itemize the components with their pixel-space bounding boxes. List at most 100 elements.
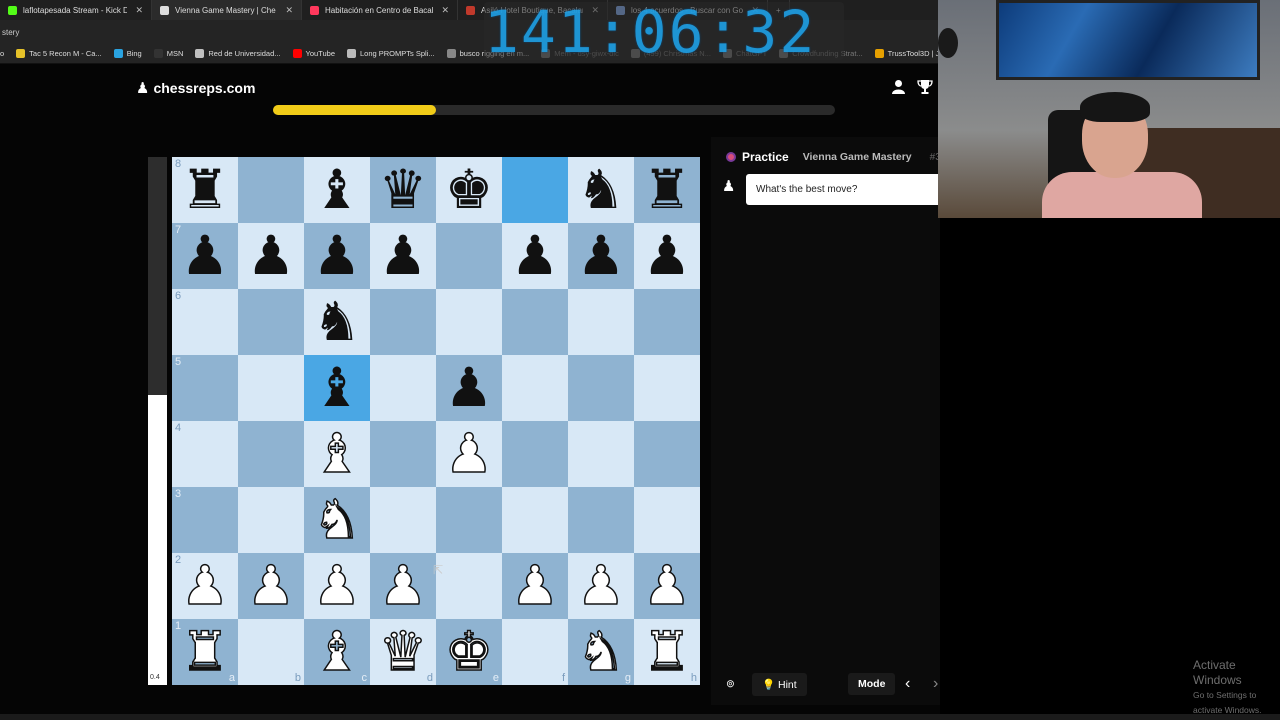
trophy-icon[interactable] [917, 79, 933, 99]
board-square-b7[interactable]: ♟ [238, 223, 304, 289]
board-square-f4[interactable] [502, 421, 568, 487]
board-square-c6[interactable]: ♞ [304, 289, 370, 355]
board-square-e6[interactable] [436, 289, 502, 355]
board-square-b2[interactable]: ♟ [238, 553, 304, 619]
board-square-c8[interactable]: ♝ [304, 157, 370, 223]
black-pawn-icon[interactable]: ♟ [643, 229, 691, 283]
white-bishop-icon[interactable]: ♝ [312, 624, 362, 680]
browser-tab[interactable]: laflotapesada Stream - Kick Dash ✕ [0, 0, 152, 20]
browser-tab[interactable]: Habitación en Centro de Bacalar ✕ [302, 0, 458, 20]
black-knight-icon[interactable]: ♞ [313, 295, 361, 349]
white-pawn-icon[interactable]: ♟ [576, 558, 626, 614]
hint-button[interactable]: 💡 Hint [752, 672, 807, 696]
board-square-d8[interactable]: ♛ [370, 157, 436, 223]
board-square-a7[interactable]: 7 ♟ [172, 223, 238, 289]
white-pawn-icon[interactable]: ♟ [312, 558, 362, 614]
black-rook-icon[interactable]: ♜ [643, 163, 691, 217]
black-king-icon[interactable]: ♚ [445, 163, 493, 217]
board-square-g6[interactable] [568, 289, 634, 355]
black-knight-icon[interactable]: ♞ [577, 163, 625, 217]
black-pawn-icon[interactable]: ♟ [379, 229, 427, 283]
board-square-g2[interactable]: ♟ [568, 553, 634, 619]
board-square-a6[interactable]: 6 [172, 289, 238, 355]
white-rook-icon[interactable]: ♜ [180, 624, 230, 680]
board-square-g1[interactable]: g ♞ [568, 619, 634, 685]
chess-board[interactable]: 8 ♜ ♝ ♛ ♚ ♞ ♜ 7 ♟ ♟ ♟ ♟ ♟ ♟ ♟ 6 ♞ 5 ♝ ♟ 4 ♝ ♟ 3 ♞ 2 ♟ ♟ ♟ ♟ ♟ ♟ ♟ 1 a ♜ b c ♝ d… [172, 157, 700, 685]
board-square-d7[interactable]: ♟ [370, 223, 436, 289]
settings-icon[interactable]: ⊚ [726, 672, 735, 696]
board-square-b5[interactable] [238, 355, 304, 421]
board-square-c5[interactable]: ♝ [304, 355, 370, 421]
white-pawn-icon[interactable]: ♟ [510, 558, 560, 614]
board-square-b1[interactable]: b [238, 619, 304, 685]
board-square-a3[interactable]: 3 [172, 487, 238, 553]
black-bishop-icon[interactable]: ♝ [313, 163, 361, 217]
board-square-f7[interactable]: ♟ [502, 223, 568, 289]
black-queen-icon[interactable]: ♛ [379, 163, 427, 217]
bookmark-item[interactable]: Tac 5 Recon M - Ca... [16, 49, 102, 58]
close-tab-icon[interactable]: ✕ [441, 5, 449, 16]
chevron-right-icon[interactable]: › [933, 672, 938, 696]
white-king-icon[interactable]: ♚ [444, 624, 494, 680]
board-square-g7[interactable]: ♟ [568, 223, 634, 289]
board-square-c3[interactable]: ♞ [304, 487, 370, 553]
black-pawn-icon[interactable]: ♟ [577, 229, 625, 283]
board-square-e8[interactable]: ♚ [436, 157, 502, 223]
board-square-f2[interactable]: ♟ [502, 553, 568, 619]
board-square-c1[interactable]: c ♝ [304, 619, 370, 685]
white-pawn-icon[interactable]: ♟ [180, 558, 230, 614]
board-square-h8[interactable]: ♜ [634, 157, 700, 223]
white-rook-icon[interactable]: ♜ [642, 624, 692, 680]
board-square-g3[interactable] [568, 487, 634, 553]
board-square-d6[interactable] [370, 289, 436, 355]
bookmark-item[interactable]: YouTube [292, 49, 335, 58]
board-square-h7[interactable]: ♟ [634, 223, 700, 289]
board-square-e2[interactable] [436, 553, 502, 619]
board-square-f1[interactable]: f [502, 619, 568, 685]
board-square-a8[interactable]: 8 ♜ [172, 157, 238, 223]
board-square-g5[interactable] [568, 355, 634, 421]
black-pawn-icon[interactable]: ♟ [313, 229, 361, 283]
bookmark-item[interactable]: o [0, 49, 4, 58]
board-square-b3[interactable] [238, 487, 304, 553]
board-square-h6[interactable] [634, 289, 700, 355]
bookmark-item[interactable]: Bing [113, 49, 142, 58]
chevron-left-icon[interactable]: ‹ [905, 672, 910, 696]
board-square-h5[interactable] [634, 355, 700, 421]
board-square-b6[interactable] [238, 289, 304, 355]
board-square-f3[interactable] [502, 487, 568, 553]
board-square-c4[interactable]: ♝ [304, 421, 370, 487]
board-square-h2[interactable]: ♟ [634, 553, 700, 619]
black-pawn-icon[interactable]: ♟ [181, 229, 229, 283]
black-pawn-icon[interactable]: ♟ [445, 361, 493, 415]
board-square-c2[interactable]: ♟ [304, 553, 370, 619]
white-pawn-icon[interactable]: ♟ [378, 558, 428, 614]
bookmark-item[interactable]: Red de Universidad... [195, 49, 281, 58]
board-square-h3[interactable] [634, 487, 700, 553]
board-square-a2[interactable]: 2 ♟ [172, 553, 238, 619]
board-square-d3[interactable] [370, 487, 436, 553]
board-square-d5[interactable] [370, 355, 436, 421]
board-square-g4[interactable] [568, 421, 634, 487]
board-square-g8[interactable]: ♞ [568, 157, 634, 223]
white-bishop-icon[interactable]: ♝ [312, 426, 362, 482]
board-square-d2[interactable]: ♟ [370, 553, 436, 619]
board-square-h4[interactable] [634, 421, 700, 487]
board-square-e4[interactable]: ♟ [436, 421, 502, 487]
board-square-c7[interactable]: ♟ [304, 223, 370, 289]
bookmark-item[interactable]: TrussTool3D | JS [874, 49, 944, 58]
user-icon[interactable] [891, 79, 906, 99]
board-square-f5[interactable] [502, 355, 568, 421]
white-knight-icon[interactable]: ♞ [576, 624, 626, 680]
black-rook-icon[interactable]: ♜ [181, 163, 229, 217]
close-tab-icon[interactable]: ✕ [135, 5, 143, 16]
board-square-b8[interactable] [238, 157, 304, 223]
white-pawn-icon[interactable]: ♟ [642, 558, 692, 614]
black-pawn-icon[interactable]: ♟ [247, 229, 295, 283]
board-square-a4[interactable]: 4 [172, 421, 238, 487]
browser-tab[interactable]: Vienna Game Mastery | Che ✕ [152, 0, 302, 20]
white-knight-icon[interactable]: ♞ [312, 492, 362, 548]
board-square-a5[interactable]: 5 [172, 355, 238, 421]
black-bishop-icon[interactable]: ♝ [313, 361, 361, 415]
board-square-f6[interactable] [502, 289, 568, 355]
